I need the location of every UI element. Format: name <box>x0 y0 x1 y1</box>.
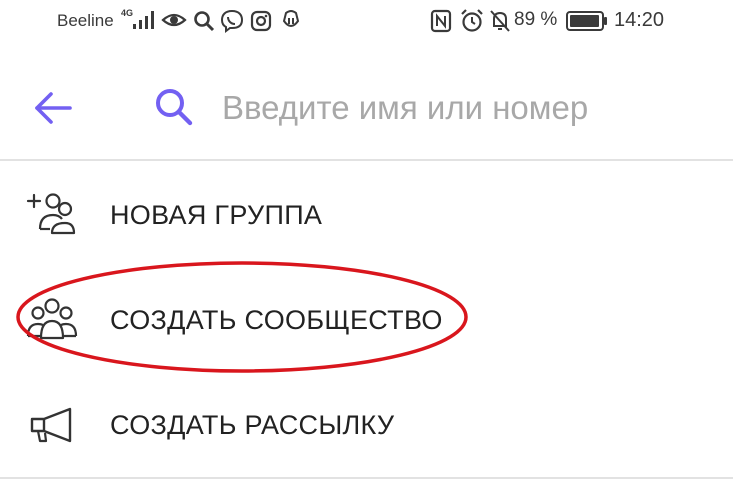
mute-icon <box>490 10 510 32</box>
header-divider <box>0 159 733 161</box>
carrier-name: Beeline <box>57 11 114 30</box>
back-arrow-icon[interactable] <box>30 85 76 131</box>
menu-item-label: НОВАЯ ГРУППА <box>110 200 323 230</box>
clock: 14:20 <box>614 9 665 31</box>
status-bar: Beeline 4G 89 % 14:20 <box>0 0 733 44</box>
menu-item-label: СОЗДАТЬ СООБЩЕСТВО <box>110 305 443 335</box>
alarm-icon <box>461 9 483 32</box>
battery-icon <box>566 11 607 31</box>
instagram-icon <box>250 10 272 32</box>
megaphone-icon <box>30 407 72 443</box>
search-input[interactable] <box>222 80 702 136</box>
battery-percent: 89 % <box>514 9 558 30</box>
menu-item-label: СОЗДАТЬ РАССЫЛКУ <box>110 410 395 440</box>
menu-item-create-broadcast[interactable]: СОЗДАТЬ РАССЫЛКУ <box>0 373 733 477</box>
nfc-icon <box>430 9 452 33</box>
viber-icon <box>220 9 244 33</box>
signal-icon <box>133 11 154 29</box>
menu-item-new-group[interactable]: НОВАЯ ГРУППА <box>0 163 733 267</box>
search-icon <box>194 11 215 32</box>
eye-icon <box>161 13 187 27</box>
app-icon <box>282 10 300 27</box>
community-icon <box>26 298 78 340</box>
add-group-icon <box>26 193 76 235</box>
search-icon <box>156 89 193 126</box>
menu-item-create-community[interactable]: СОЗДАТЬ СООБЩЕСТВО <box>0 268 733 372</box>
search-header <box>0 60 733 160</box>
